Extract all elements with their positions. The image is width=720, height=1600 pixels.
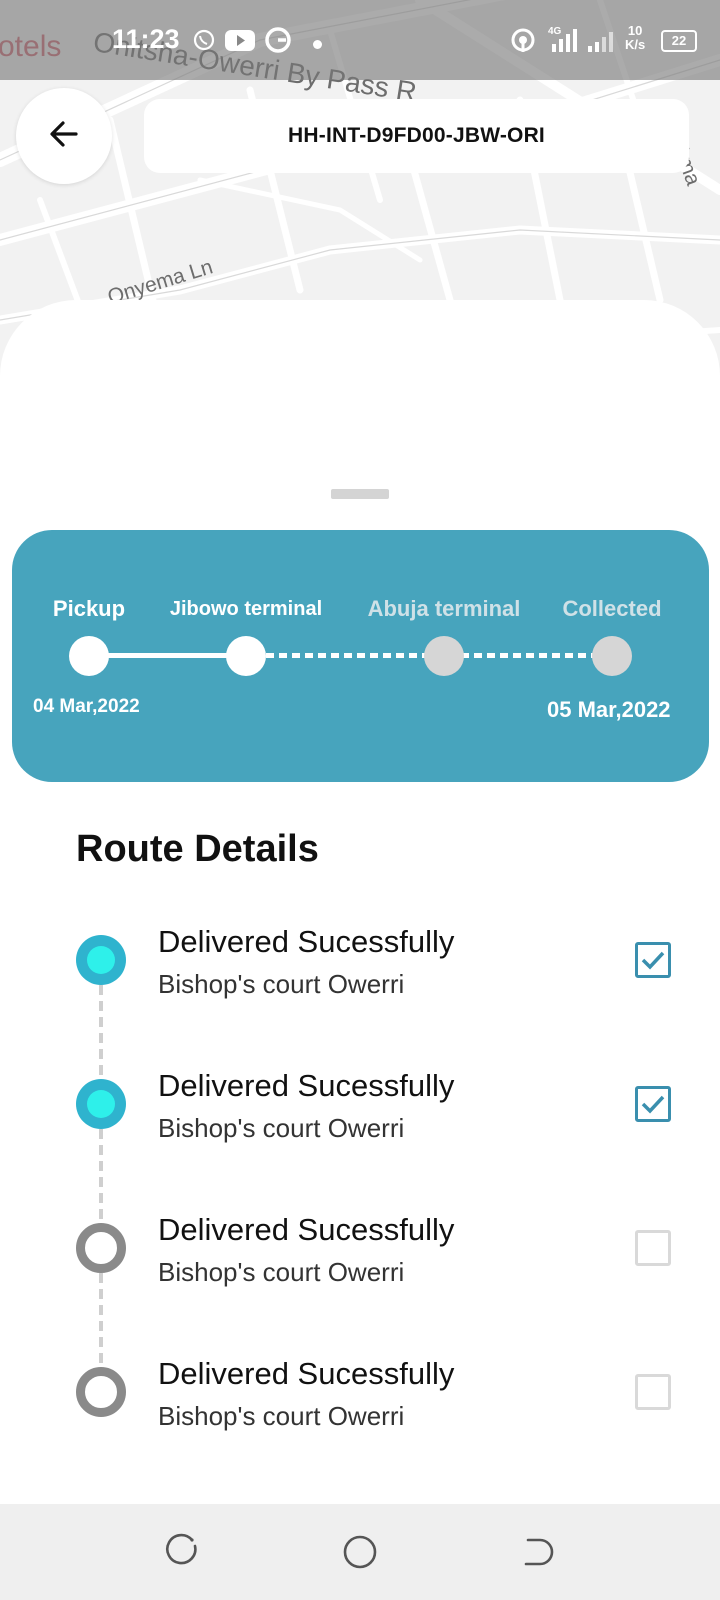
route-status-dot [76,1079,126,1129]
hotspot-icon [510,27,536,58]
tracking-id-box: HH-INT-D9FD00-JBW-ORI [144,99,689,173]
stage-label-collected: Collected [562,596,662,621]
stage-node-pickup [69,636,109,676]
route-status-dot [76,935,126,985]
route-checkbox[interactable] [635,1086,671,1122]
route-item-location: Bishop's court Owerri [158,1401,405,1431]
route-item: Delivered Sucessfully Bishop's court Owe… [0,915,720,1035]
back-button[interactable] [16,88,112,184]
route-item-location: Bishop's court Owerri [158,1257,405,1287]
progress-track-completed [89,653,246,658]
youtube-icon [225,30,255,56]
collected-date: 05 Mar,2022 [547,697,671,722]
stage-node-collected [592,636,632,676]
net-speed-value: 10 [627,23,643,38]
tracking-id: HH-INT-D9FD00-JBW-ORI [288,124,545,147]
route-details-title: Route Details [76,828,319,870]
route-status-dot [76,1367,126,1417]
route-item-title: Delivered Sucessfully [158,924,455,959]
net-speed: 10 K/s [625,24,645,52]
route-item-location: Bishop's court Owerri [158,969,405,999]
route-item: Delivered Sucessfully Bishop's court Owe… [0,1203,720,1323]
signal-icon: 4G [548,24,580,59]
route-status-dot [76,1223,126,1273]
checkmark-icon [641,1095,665,1114]
whatsapp-icon [193,29,215,56]
arrow-left-icon [49,119,79,154]
stage-label-pickup: Pickup [52,596,126,621]
net-speed-unit: K/s [625,37,646,52]
status-bar: 11:23 4G 10 K/s 22 [0,0,720,80]
recent-apps-icon[interactable] [162,1530,206,1574]
pickup-date: 04 Mar,2022 [33,696,140,717]
back-icon[interactable] [514,1530,558,1574]
notification-dot-icon [313,36,322,54]
route-checkbox[interactable] [635,1374,671,1410]
sheet-drag-handle[interactable] [331,489,389,499]
stage-node-jibowo [226,636,266,676]
battery-indicator: 22 [661,30,697,52]
checkmark-icon [641,951,665,970]
signal-icon-2 [586,30,616,59]
home-icon[interactable] [338,1530,382,1574]
route-checkbox[interactable] [635,942,671,978]
route-item: Delivered Sucessfully Bishop's court Owe… [0,1347,720,1467]
route-checkbox[interactable] [635,1230,671,1266]
stage-label-jibowo: Jibowo terminal [169,598,323,620]
stage-node-abuja [424,636,464,676]
svg-text:4G: 4G [548,26,562,37]
route-item-title: Delivered Sucessfully [158,1068,455,1103]
route-item-location: Bishop's court Owerri [158,1113,405,1143]
system-nav-bar [0,1504,720,1600]
route-item: Delivered Sucessfully Bishop's court Owe… [0,1059,720,1179]
route-item-title: Delivered Sucessfully [158,1356,455,1391]
route-item-title: Delivered Sucessfully [158,1212,455,1247]
stage-label-abuja: Abuja terminal [367,596,521,621]
grammarly-icon [264,26,292,59]
status-time: 11:23 [112,24,180,54]
